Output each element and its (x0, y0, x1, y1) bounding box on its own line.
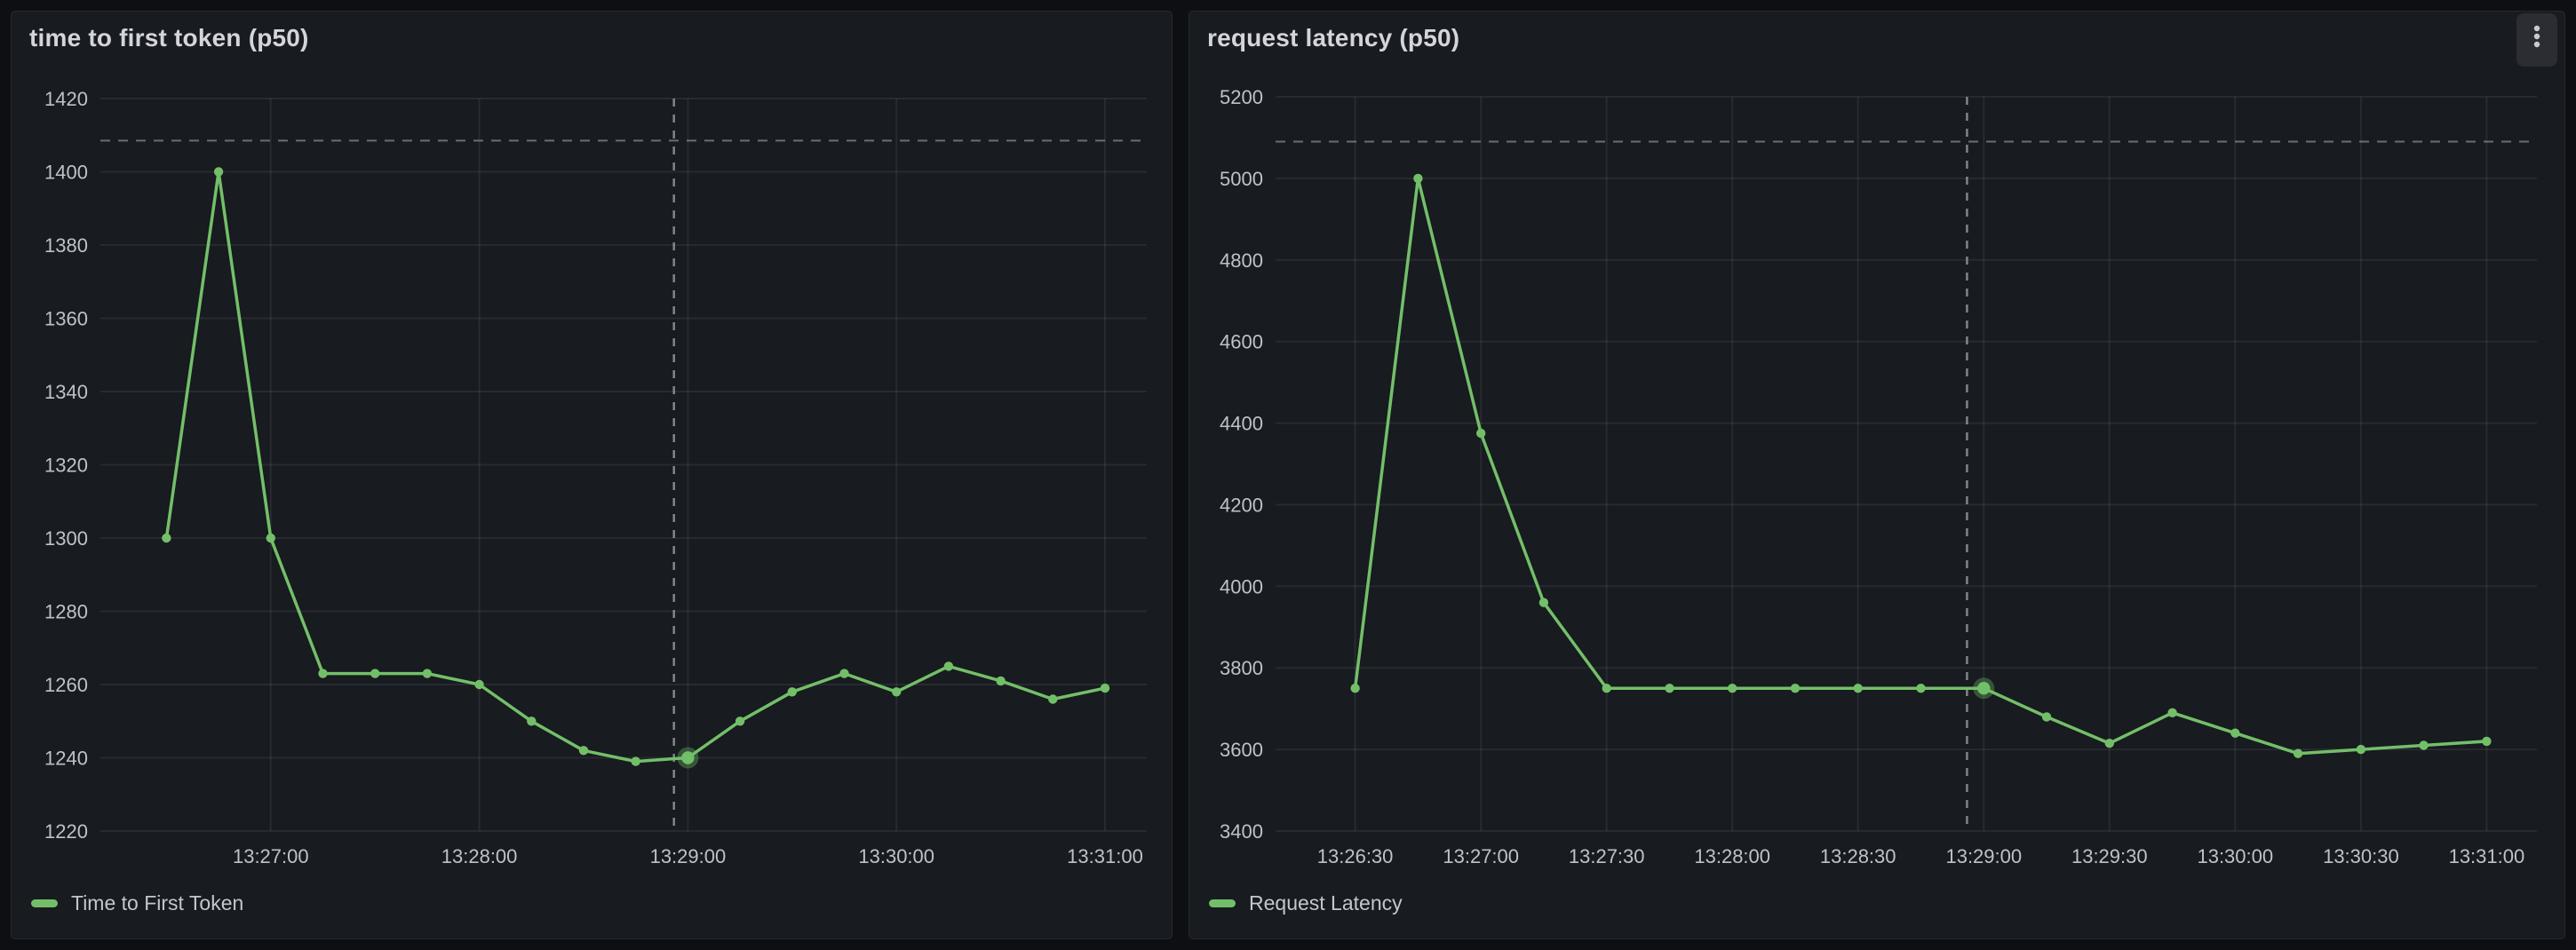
svg-text:1340: 1340 (44, 381, 88, 403)
legend-label-latency: Request Latency (1249, 891, 1403, 915)
panel-header: request latency (p50) (1207, 22, 2502, 54)
svg-text:1320: 1320 (44, 455, 88, 477)
svg-text:1240: 1240 (44, 748, 88, 770)
panel-menu-button[interactable] (2516, 13, 2557, 67)
latency-chart-canvas[interactable]: 13:26:30 13:27:00 13:27:30 13:28:00 13:28:30… (1189, 12, 2565, 939)
svg-text:1260: 1260 (44, 674, 88, 696)
svg-text:13:27:30: 13:27:30 (1569, 845, 1645, 867)
legend-item-latency[interactable]: Request Latency (1209, 891, 1403, 915)
svg-text:1420: 1420 (44, 88, 88, 110)
svg-text:13:27:00: 13:27:00 (1443, 845, 1519, 867)
svg-text:4000: 4000 (1220, 575, 1263, 598)
svg-text:13:29:00: 13:29:00 (650, 845, 727, 867)
svg-text:13:29:00: 13:29:00 (1945, 845, 2022, 867)
svg-text:13:31:00: 13:31:00 (2449, 845, 2525, 867)
svg-text:13:28:00: 13:28:00 (441, 845, 518, 867)
svg-text:4600: 4600 (1220, 331, 1263, 353)
panel-header: time to first token (p50) (29, 22, 1109, 54)
svg-text:13:28:00: 13:28:00 (1694, 845, 1770, 867)
series-color-swatch (1209, 899, 1236, 907)
svg-text:1400: 1400 (44, 162, 88, 184)
svg-text:4200: 4200 (1220, 494, 1263, 516)
panel-title-ttft[interactable]: time to first token (p50) (29, 24, 309, 52)
svg-text:13:30:30: 13:30:30 (2323, 845, 2399, 867)
svg-text:1220: 1220 (44, 820, 88, 843)
panel-title-latency[interactable]: request latency (p50) (1207, 24, 1459, 52)
svg-text:13:28:30: 13:28:30 (1820, 845, 1896, 867)
svg-text:5000: 5000 (1220, 168, 1263, 190)
series-color-swatch (31, 899, 58, 907)
svg-text:1300: 1300 (44, 527, 88, 550)
svg-text:1380: 1380 (44, 234, 88, 257)
legend-label-ttft: Time to First Token (71, 891, 243, 915)
svg-text:3400: 3400 (1220, 820, 1263, 843)
svg-text:4800: 4800 (1220, 249, 1263, 272)
svg-text:3600: 3600 (1220, 739, 1263, 761)
svg-text:13:27:00: 13:27:00 (233, 845, 309, 867)
svg-text:13:30:00: 13:30:00 (858, 845, 934, 867)
legend-item-ttft[interactable]: Time to First Token (31, 891, 243, 915)
svg-text:1360: 1360 (44, 308, 88, 330)
kebab-vertical-icon (2531, 22, 2543, 58)
svg-text:13:26:30: 13:26:30 (1317, 845, 1394, 867)
svg-text:4400: 4400 (1220, 413, 1263, 435)
svg-text:1280: 1280 (44, 601, 88, 623)
panel-request-latency: request latency (p50) 13:26:3013:27:0013… (1189, 11, 2565, 939)
svg-text:13:29:30: 13:29:30 (2071, 845, 2148, 867)
panel-time-to-first-token: time to first token (p50) 13:27:00 13:28:… (11, 11, 1173, 939)
svg-text:3800: 3800 (1220, 657, 1263, 679)
svg-text:5200: 5200 (1220, 86, 1263, 108)
svg-text:13:31:00: 13:31:00 (1067, 845, 1143, 867)
svg-text:13:30:00: 13:30:00 (2197, 845, 2273, 867)
ttft-chart-canvas[interactable]: 13:27:00 13:28:00 13:29:00 13:30:00 13:31:00… (12, 12, 1173, 939)
